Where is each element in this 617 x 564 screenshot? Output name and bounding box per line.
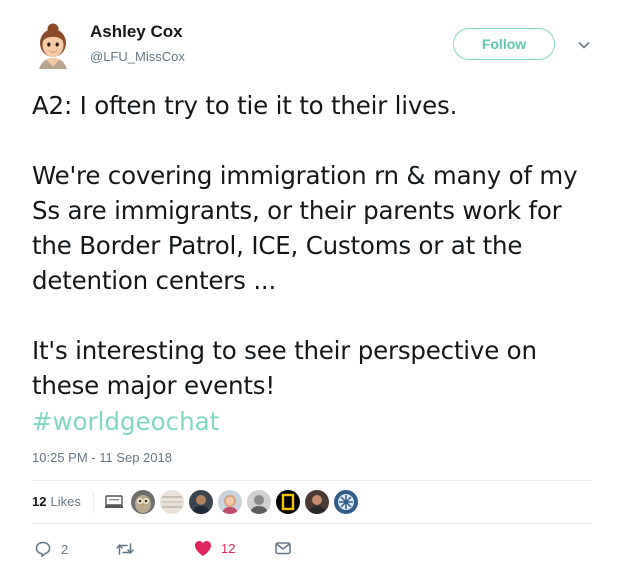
liker-avatar-2[interactable] [130,489,156,515]
follow-button[interactable]: Follow [453,28,555,60]
like-button[interactable]: 12 [194,540,235,557]
liker-avatar-7[interactable] [275,489,301,515]
likes-count-label: Likes [50,494,81,509]
liker-avatar-5[interactable] [217,489,243,515]
tweet-paragraph: A2: I often try to tie it to their lives… [32,91,458,120]
tweet-paragraph: It's interesting to see their perspectiv… [32,336,537,400]
envelope-icon [275,542,291,555]
like-count: 12 [221,541,236,556]
liker-avatar-8[interactable] [304,489,330,515]
liker-avatar-3[interactable] [159,489,185,515]
reply-icon [35,541,51,558]
retweet-icon [116,543,134,555]
liker-avatar-6[interactable] [246,489,272,515]
liker-avatar-9[interactable] [333,489,359,515]
divider [32,480,592,481]
tweet-timestamp[interactable]: 10:25 PM - 11 Sep 2018 [32,450,172,465]
direct-message-button[interactable] [274,540,292,556]
more-options-chevron-icon[interactable] [576,37,592,53]
user-handle[interactable]: @LFU_MissCox [90,49,185,64]
tweet-card: Ashley Cox @LFU_MissCox Follow A2: I oft… [0,0,617,564]
reply-count: 2 [61,541,69,557]
likers-avatar-list [101,489,359,515]
divider [32,523,592,524]
avatar-icon [39,23,67,69]
likes-count-number: 12 [32,494,47,509]
retweet-button[interactable] [115,540,144,558]
reply-button[interactable]: 2 [34,540,68,558]
user-avatar[interactable] [33,23,73,69]
liker-avatar-1[interactable] [101,489,127,515]
divider [93,491,94,513]
liker-avatar-4[interactable] [188,489,214,515]
user-display-name[interactable]: Ashley Cox [90,22,183,42]
tweet-text: A2: I often try to tie it to their lives… [32,88,602,403]
hashtag-link[interactable]: #worldgeochat [32,404,219,439]
heart-icon [195,541,211,556]
likes-count-link[interactable]: 12 Likes [32,494,81,509]
tweet-paragraph: We're covering immigration rn & many of … [32,161,578,295]
